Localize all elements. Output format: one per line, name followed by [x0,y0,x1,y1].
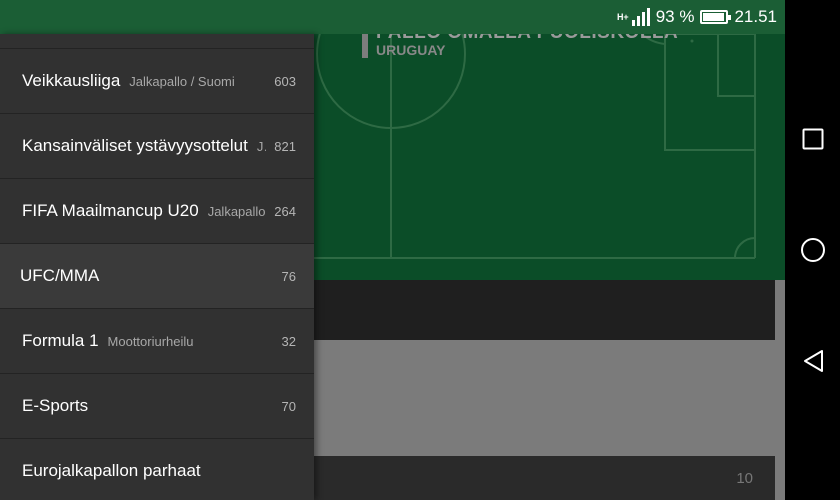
drawer-item-veikkausliiga[interactable]: Veikkausliiga Jalkapallo / Suomi 603 [0,49,314,114]
match-headline: PALLO OMALLA PUOLISKOLLA URUGUAY [362,23,678,58]
drawer-item-formula-1[interactable]: Formula 1 Moottoriurheilu 32 [0,309,314,374]
drawer-item-label: UFC/MMA [20,266,100,285]
drawer-item-ufc-mma[interactable]: UFC/MMA 76 [0,244,314,309]
drawer-item-count: 70 [281,398,296,414]
match-headline-team: URUGUAY [376,42,446,58]
signal-strength-icon [631,8,650,26]
drawer-item-label: Kansainväliset ystävyysottelut [22,136,248,155]
drawer-item-category: Jalkapallo [256,138,266,154]
event-card-count: 10 [736,470,753,487]
drawer-item-label: FIFA Maailmancup U20 [22,201,199,220]
circle-icon[interactable] [800,237,826,263]
drawer-item-kansainvaliset[interactable]: Kansainväliset ystävyysottelut Jalkapall… [0,114,314,179]
drawer-item-category: Jalkapallo / Suomi [129,73,235,89]
drawer-item-label: Veikkausliiga [22,71,121,90]
drawer-item-count: 603 [274,73,296,89]
drawer-item-count: 76 [281,268,296,284]
drawer-item-label: E-Sports [22,396,89,415]
battery-icon [700,10,732,24]
battery-percent: 93 % [655,7,695,26]
drawer-item-count: 32 [281,333,296,349]
clock: 21.51 [734,7,777,26]
drawer-item-label: Eurojalkapallon parhaat [22,461,201,480]
system-navigation-bar [785,0,840,500]
drawer-item-fifa-u20[interactable]: FIFA Maailmancup U20 Jalkapallo 264 [0,179,314,244]
drawer-item-label: Formula 1 [22,331,99,350]
drawer-item-top-partial[interactable] [0,34,314,49]
status-bar: H+ 93 % 21.51 [0,0,785,34]
drawer-item-category: Moottoriurheilu [107,333,194,349]
drawer-item-e-sports[interactable]: E-Sports 70 [0,374,314,439]
triangle-back-icon[interactable] [800,348,826,374]
drawer-item-category: Jalkapallo [207,203,266,219]
drawer-item-count: 821 [274,138,296,154]
square-icon[interactable] [800,126,826,152]
drawer-item-count: 264 [274,203,296,219]
navigation-drawer: Veikkausliiga Jalkapallo / Suomi 603 Kan… [0,34,314,500]
drawer-item-eurojalkapallon-parhaat[interactable]: Eurojalkapallon parhaat [0,439,314,500]
app-screen: PALLO OMALLA PUOLISKOLLA URUGUAY 10 H+ 9… [0,0,785,500]
network-type-icon: H+ [616,11,629,22]
